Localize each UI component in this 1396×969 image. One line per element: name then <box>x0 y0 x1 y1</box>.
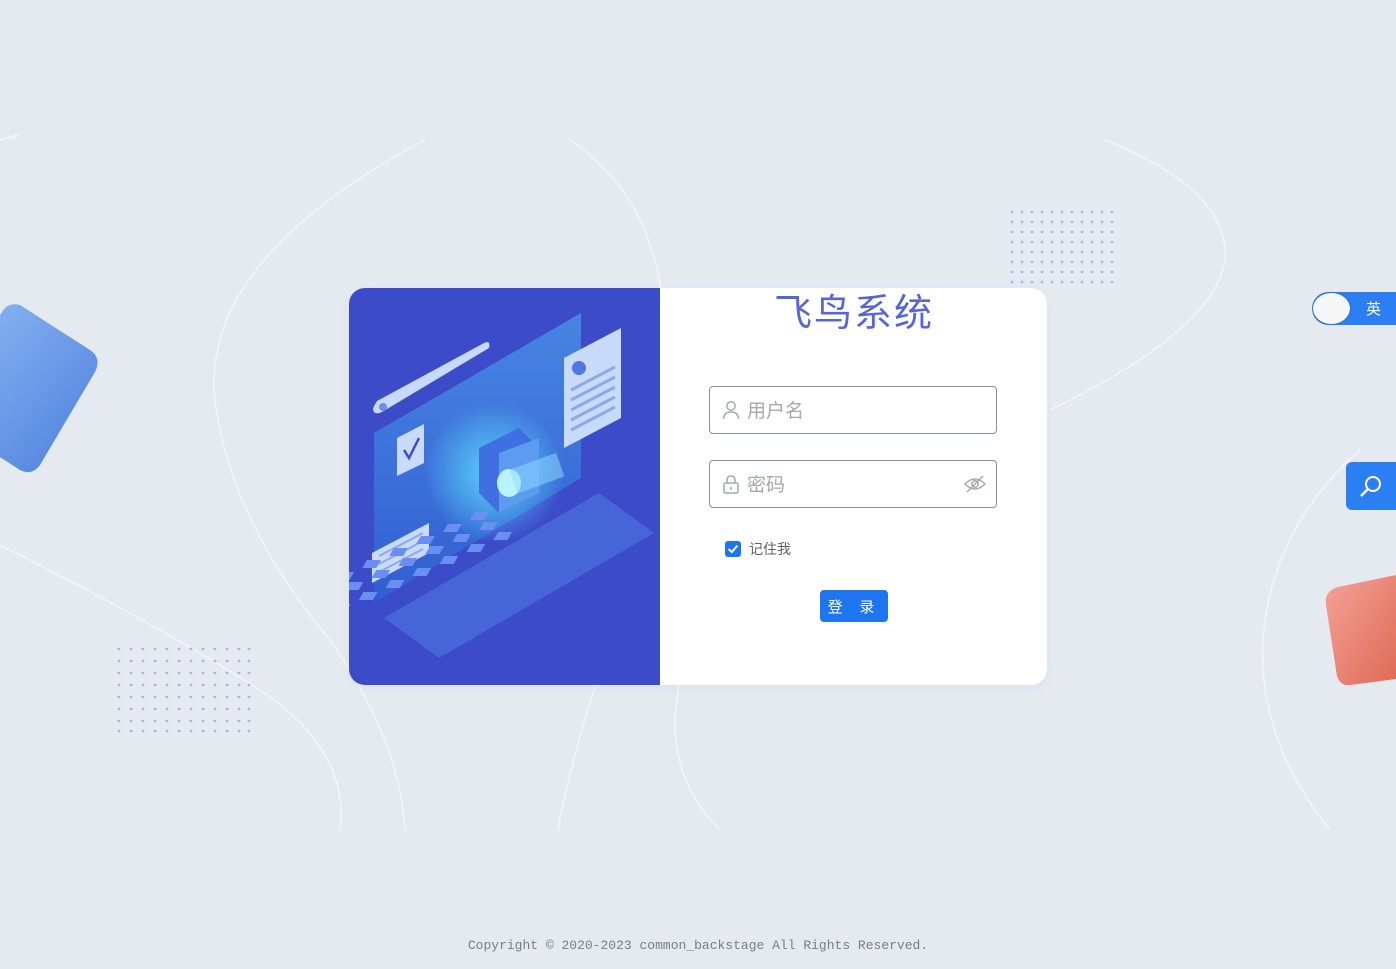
language-label: 英 <box>1366 300 1382 318</box>
lock-icon <box>722 474 740 498</box>
login-button[interactable]: 登 录 <box>820 590 888 622</box>
remember-checkbox[interactable] <box>725 541 741 557</box>
dot-grid-top <box>1010 210 1114 284</box>
dot-grid-bottom <box>117 647 251 733</box>
eye-off-icon[interactable] <box>963 474 987 498</box>
username-field[interactable] <box>709 386 997 435</box>
username-input[interactable] <box>745 387 959 435</box>
decor-blue-shape <box>0 304 98 473</box>
user-icon <box>722 400 740 424</box>
login-card: 飞鸟系统 用户名 记住我 登 录 <box>349 288 1047 685</box>
footer-copyright: Copyright © 2020-2023 common_backstage A… <box>467 938 929 953</box>
remember-label: 记住我 <box>749 542 791 558</box>
search-button[interactable] <box>1346 462 1396 510</box>
search-icon <box>1360 476 1381 497</box>
password-input[interactable] <box>745 461 959 509</box>
remember-me[interactable]: 记住我 <box>725 540 791 558</box>
page-title: 飞鸟系统 <box>773 291 934 335</box>
decor-red-shape <box>1325 575 1396 686</box>
password-field[interactable] <box>709 460 997 509</box>
toggle-knob[interactable] <box>1313 293 1350 324</box>
check-icon <box>727 544 739 554</box>
login-illustration <box>349 288 660 685</box>
language-toggle[interactable]: 英 <box>1312 292 1396 325</box>
